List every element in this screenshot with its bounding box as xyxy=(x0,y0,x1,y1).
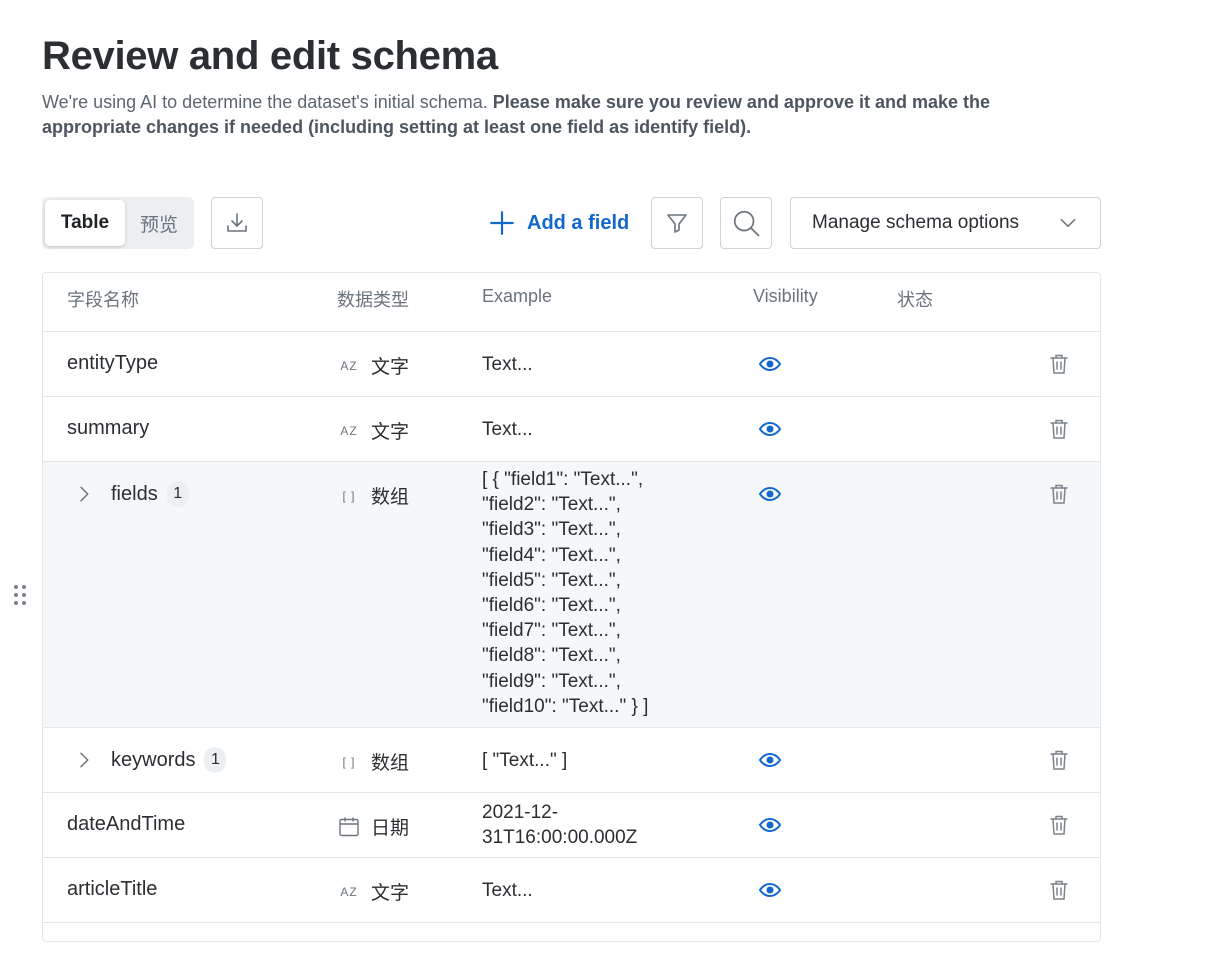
trash-icon[interactable] xyxy=(1047,748,1071,772)
chevron-right-icon xyxy=(80,752,89,768)
az-text-icon: AZ xyxy=(340,884,358,899)
drag-handle-icon[interactable] xyxy=(12,584,28,606)
example-line: "field2": "Text...", xyxy=(482,494,621,516)
table-view-button[interactable]: Table xyxy=(45,200,125,246)
eye-icon[interactable] xyxy=(758,482,782,506)
filter-icon xyxy=(667,214,687,233)
example-line: 2021-12- xyxy=(482,802,559,823)
eye-icon[interactable] xyxy=(758,748,782,772)
field-type-label: 文字 xyxy=(371,883,410,904)
field-example: Text... xyxy=(482,419,533,440)
column-header-visibility: Visibility xyxy=(753,286,818,306)
field-type-label: 日期 xyxy=(371,818,410,839)
column-header-example: Example xyxy=(482,286,553,306)
expand-chevron-button[interactable] xyxy=(75,480,111,508)
trash-icon[interactable] xyxy=(1047,417,1071,441)
field-type-label: 文字 xyxy=(371,357,410,378)
table-row[interactable]: dateAndTime 日期 2021-12- 31T16:00:00.000Z xyxy=(43,793,1100,858)
chevron-right-icon xyxy=(80,486,89,502)
table-row[interactable]: summary AZ 文字 Text... xyxy=(43,397,1100,462)
trash-icon[interactable] xyxy=(1047,813,1071,837)
field-type: [ ] 数组 xyxy=(337,748,409,775)
field-example: Text... xyxy=(482,880,533,901)
field-name: articleTitle xyxy=(67,878,158,900)
field-example: Text... xyxy=(482,354,533,375)
array-icon: [ ] xyxy=(342,488,356,503)
example-line: "field5": "Text...", xyxy=(482,569,621,591)
example-line: "field3": "Text...", xyxy=(482,519,621,541)
table-header: 字段名称 数据类型 Example Visibility 状态 xyxy=(43,273,1100,332)
filter-button[interactable] xyxy=(651,197,703,249)
field-type: 日期 xyxy=(337,813,409,840)
table-row[interactable]: articleTitle AZ 文字 Text... xyxy=(43,858,1100,923)
field-name-cell: fields 1 xyxy=(67,469,189,519)
eye-icon[interactable] xyxy=(758,352,782,376)
download-button[interactable] xyxy=(211,197,263,249)
page-title: Review and edit schema xyxy=(42,34,498,78)
field-type: AZ 文字 xyxy=(337,417,409,444)
example-line: [ { "field1": "Text...", xyxy=(482,469,644,490)
field-type-label: 数组 xyxy=(371,487,410,508)
column-header-data-type: 数据类型 xyxy=(337,290,409,310)
field-name: keywords xyxy=(111,748,196,771)
calendar-icon xyxy=(337,815,361,839)
nested-count-badge: 1 xyxy=(204,747,227,773)
description-text: We're using AI to determine the dataset'… xyxy=(42,92,493,112)
preview-view-button[interactable]: 预览 xyxy=(127,200,191,246)
search-icon xyxy=(733,210,760,237)
field-name: dateAndTime xyxy=(67,813,186,835)
example-line: 31T16:00:00.000Z xyxy=(482,827,638,849)
field-name-cell: keywords 1 xyxy=(67,746,227,774)
expand-chevron-button[interactable] xyxy=(75,746,111,774)
chevron-down-icon xyxy=(1060,218,1076,228)
az-text-icon: AZ xyxy=(340,423,358,438)
trash-icon[interactable] xyxy=(1047,482,1071,506)
field-name: fields xyxy=(111,482,158,505)
column-header-status: 状态 xyxy=(897,290,933,310)
eye-icon[interactable] xyxy=(758,878,782,902)
field-type-label: 文字 xyxy=(371,422,410,443)
manage-schema-dropdown[interactable]: Manage schema options xyxy=(790,197,1101,249)
nested-count-badge: 1 xyxy=(166,481,189,507)
trash-icon[interactable] xyxy=(1047,352,1071,376)
array-icon: [ ] xyxy=(342,754,356,769)
example-line: "field9": "Text...", xyxy=(482,670,621,692)
view-toggle: Table 预览 xyxy=(42,197,194,249)
field-type: AZ 文字 xyxy=(337,352,409,379)
field-example: 2021-12- 31T16:00:00.000Z xyxy=(482,800,637,850)
example-line: "field7": "Text...", xyxy=(482,620,621,642)
column-header-field-name: 字段名称 xyxy=(67,290,139,310)
table-row[interactable]: keywords 1 [ ] 数组 [ "Text..." ] xyxy=(43,728,1100,793)
field-name: summary xyxy=(67,417,150,439)
add-field-label: Add a field xyxy=(527,211,630,234)
eye-icon[interactable] xyxy=(758,813,782,837)
table-row[interactable]: fields 1 [ ] 数组 [ { "field1": "Text...",… xyxy=(43,462,1100,728)
trash-icon[interactable] xyxy=(1047,878,1071,902)
manage-schema-label: Manage schema options xyxy=(812,212,1020,233)
table-row[interactable]: entityType AZ 文字 Text... xyxy=(43,332,1100,397)
schema-table: 字段名称 数据类型 Example Visibility 状态 entityTy… xyxy=(42,272,1101,942)
download-icon xyxy=(227,213,247,232)
eye-icon[interactable] xyxy=(758,417,782,441)
az-text-icon: AZ xyxy=(340,358,358,373)
field-example: [ "Text..." ] xyxy=(482,750,568,771)
example-line: "field6": "Text...", xyxy=(482,595,621,617)
example-line: "field4": "Text...", xyxy=(482,544,621,566)
page-description: We're using AI to determine the dataset'… xyxy=(42,90,1082,140)
search-button[interactable] xyxy=(720,197,772,249)
plus-icon xyxy=(490,211,514,235)
field-name: entityType xyxy=(67,352,159,374)
field-type: AZ 文字 xyxy=(337,878,409,905)
example-line: "field10": "Text..." } ] xyxy=(482,695,649,717)
add-field-button[interactable]: Add a field xyxy=(489,205,629,241)
field-type-label: 数组 xyxy=(371,753,410,774)
field-type: [ ] 数组 xyxy=(337,482,409,509)
field-example: [ { "field1": "Text...", "field2": "Text… xyxy=(482,467,648,719)
example-line: "field8": "Text...", xyxy=(482,645,621,667)
